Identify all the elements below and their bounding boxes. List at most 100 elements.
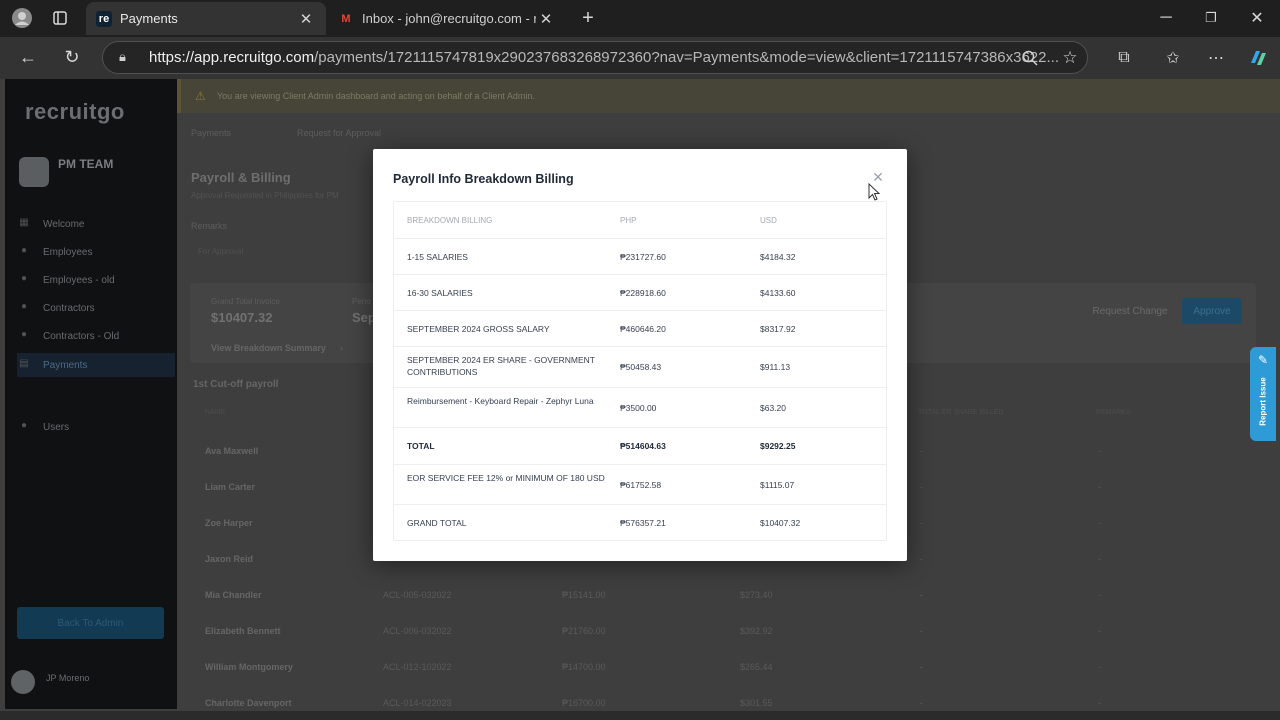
sidebar-item-payments[interactable]: ▤ Payments: [17, 353, 175, 377]
sidebar-item-welcome[interactable]: ▦ Welcome: [17, 212, 175, 236]
column-header-er-share: TOTAL ER SHARE BILLED: [918, 409, 1004, 416]
tab-inbox[interactable]: M Inbox - john@recruitgo.com - rec ✕: [328, 2, 566, 35]
usd-amount: $273.40: [740, 590, 773, 600]
tab-payments[interactable]: re Payments ✕: [86, 2, 326, 35]
table-row[interactable]: Mia Chandler ACL-005-032022 ₱15141.00 $2…: [190, 579, 1256, 615]
employee-name: Elizabeth Bennett: [205, 626, 281, 636]
usd-amount: $4184.32: [760, 252, 796, 262]
banner-text: You are viewing Client Admin dashboard a…: [217, 91, 535, 101]
sidebar-item-contractors[interactable]: ● Contractors: [17, 296, 175, 320]
person-icon: ●: [20, 301, 28, 312]
employee-name: Ava Maxwell: [205, 446, 259, 456]
recruitgo-favicon-icon: re: [96, 10, 112, 27]
employee-name: Liam Carter: [205, 482, 256, 492]
avatar[interactable]: [11, 670, 35, 694]
close-tab-icon[interactable]: ✕: [296, 10, 316, 28]
er-share-value: -: [920, 554, 923, 564]
back-icon[interactable]: ←: [14, 43, 42, 71]
php-amount: ₱16700.00: [562, 698, 606, 708]
sidebar-item-label: Employees: [43, 246, 93, 258]
table-header-row: BREAKDOWN BILLING PHP USD: [394, 202, 886, 239]
table-row: SEPTEMBER 2024 GROSS SALARY ₱460646.20 $…: [394, 311, 886, 347]
table-row[interactable]: Elizabeth Bennett ACL-006-032022 ₱21760.…: [190, 615, 1256, 651]
sidebar-item-contractors-old[interactable]: ● Contractors - Old: [17, 324, 175, 348]
modal-title: Payroll Info Breakdown Billing: [393, 172, 574, 186]
php-amount: ₱61752.58: [620, 480, 662, 490]
sidebar-item-label: Welcome: [43, 218, 85, 230]
remarks-label: Remarks: [191, 221, 228, 231]
table-row[interactable]: William Montgomery ACL-012-102022 ₱14700…: [190, 651, 1256, 687]
person-icon: ●: [20, 420, 28, 431]
payroll-breakdown-modal: Payroll Info Breakdown Billing ✕ BREAKDO…: [373, 149, 907, 561]
usd-amount: $10407.32: [760, 518, 801, 528]
remarks-value: -: [1098, 554, 1101, 564]
employee-id: ACL-014-022023: [383, 698, 452, 708]
usd-amount: $392.92: [740, 626, 773, 636]
usd-amount: $63.20: [760, 403, 786, 413]
sidebar-item-users[interactable]: ● Users: [17, 415, 175, 439]
employee-id: ACL-006-032022: [383, 626, 452, 636]
usd-amount: $301.55: [740, 698, 773, 708]
php-amount: ₱50458.43: [620, 362, 662, 372]
tab-payments-page[interactable]: Payments: [191, 128, 231, 138]
table-row-total: TOTAL ₱514604.63 $9292.25: [394, 428, 886, 465]
minimize-icon[interactable]: ─: [1152, 4, 1180, 32]
view-breakdown-link[interactable]: View Breakdown Summary: [211, 343, 326, 353]
employee-name: Zoe Harper: [205, 518, 253, 528]
new-tab-icon[interactable]: +: [574, 4, 602, 32]
table-row-grand-total: GRAND TOTAL ₱576357.21 $10407.32: [394, 505, 886, 541]
er-share-value: -: [920, 518, 923, 528]
php-amount: ₱14700.00: [562, 662, 606, 672]
table-row: EOR SERVICE FEE 12% or MINIMUM OF 180 US…: [394, 465, 886, 505]
table-row: SEPTEMBER 2024 ER SHARE - GOVERNMENT CON…: [394, 347, 886, 388]
close-tab-icon[interactable]: ✕: [536, 10, 556, 28]
php-amount: ₱15141.00: [562, 590, 606, 600]
address-bar[interactable]: 🔒︎ https://app.recruitgo.com/payments/17…: [102, 41, 1088, 74]
usd-amount: $1115.07: [760, 480, 795, 490]
approve-button[interactable]: Approve: [1182, 298, 1242, 324]
zoom-icon[interactable]: [1016, 44, 1044, 72]
page-subtitle: Approval Requested in Philippines for PM: [191, 191, 339, 200]
employee-id: ACL-005-032022: [383, 590, 452, 600]
sidebar: recruitgo PM TEAM ▦ Welcome ● Employees ● E…: [5, 79, 177, 709]
back-to-admin-button[interactable]: Back To Admin: [17, 607, 164, 639]
impersonation-banner: ⚠ You are viewing Client Admin dashboard…: [177, 79, 1280, 113]
copilot-icon[interactable]: [1244, 44, 1272, 72]
breakdown-label: GRAND TOTAL: [407, 518, 467, 528]
user-name: JP Moreno: [46, 673, 90, 683]
breakdown-label: EOR SERVICE FEE 12% or MINIMUM OF 180 US…: [407, 473, 605, 483]
er-share-value: -: [920, 590, 923, 600]
request-change-button[interactable]: Request Change: [1086, 299, 1174, 323]
restore-icon[interactable]: ❐: [1197, 4, 1225, 32]
table-row: 16-30 SALARIES ₱228918.60 $4133.60: [394, 275, 886, 311]
breakdown-label: SEPTEMBER 2024 GROSS SALARY: [407, 324, 550, 334]
team-avatar: [19, 157, 49, 187]
remarks-value: -: [1098, 518, 1101, 528]
sidebar-item-employees-old[interactable]: ● Employees - old: [17, 268, 175, 292]
lock-icon[interactable]: 🔒︎: [119, 49, 126, 65]
usd-amount: $4133.60: [760, 288, 796, 298]
favorites-icon[interactable]: ✩: [1159, 44, 1187, 72]
more-menu-icon[interactable]: ⋯: [1202, 44, 1230, 72]
profile-icon[interactable]: [8, 4, 36, 32]
employee-name: Jaxon Reid: [205, 554, 254, 564]
period-label: Perio: [352, 297, 371, 306]
tab-actions-icon[interactable]: [46, 4, 74, 32]
sidebar-item-employees[interactable]: ● Employees: [17, 240, 175, 264]
taskbar-strip: [0, 711, 1280, 720]
warning-icon: ⚠: [195, 89, 206, 103]
employee-id: ACL-012-102022: [383, 662, 452, 672]
sidebar-item-label: Users: [43, 421, 70, 433]
person-icon: ●: [20, 245, 28, 256]
reload-icon[interactable]: ↻: [58, 43, 86, 71]
extensions-icon[interactable]: ⧉: [1110, 44, 1138, 72]
grand-total-label: Grand Total Invoice: [211, 297, 280, 306]
favorite-star-icon[interactable]: ☆: [1056, 44, 1084, 72]
usd-amount: $911.13: [760, 362, 791, 372]
tab-request-for-approval[interactable]: Request for Approval: [297, 128, 381, 138]
report-issue-label: Report Issue: [1258, 377, 1268, 426]
report-issue-button[interactable]: ✎ Report Issue: [1250, 347, 1276, 441]
close-window-icon[interactable]: ✕: [1243, 4, 1271, 32]
sidebar-item-label: Contractors - Old: [43, 330, 120, 342]
url-path: /payments/1721115747819x2902376832689723…: [314, 49, 1059, 66]
